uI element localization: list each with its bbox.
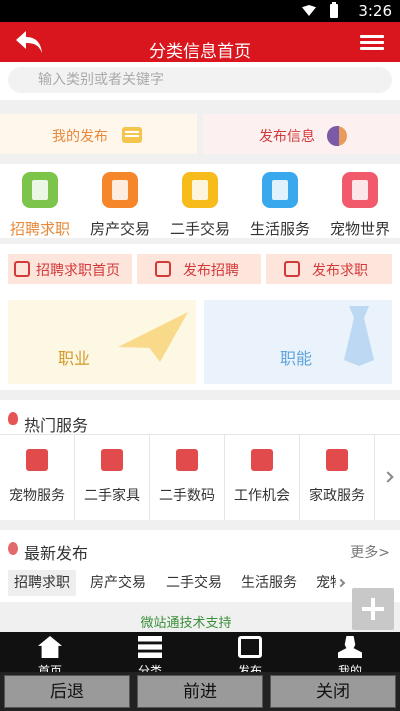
search-bar: 输入类别或者关键字 xyxy=(0,62,400,100)
devices-icon xyxy=(176,449,198,471)
hot-scroll-right[interactable] xyxy=(376,435,400,521)
browser-bar: 后退 前进 关闭 xyxy=(0,672,400,711)
latest-tab-pets[interactable]: 宠物世界 xyxy=(316,570,336,596)
tab-label: 发布招聘 xyxy=(183,263,239,279)
publish-info-label: 发布信息 xyxy=(259,129,315,145)
hot-services-row: 宠物服务 二手家具 二手数码 工作机会 家政服务 xyxy=(0,434,400,521)
list-icon xyxy=(138,636,162,658)
publish-info-button[interactable]: 发布信息 xyxy=(203,114,400,154)
hot-item-work[interactable]: 工作机会 xyxy=(225,435,300,521)
category-label: 房产交易 xyxy=(89,220,150,238)
wifi-icon xyxy=(302,5,316,16)
hot-item-label: 工作机会 xyxy=(234,488,290,504)
hot-item-label: 二手数码 xyxy=(159,488,215,504)
my-posts-label: 我的发布 xyxy=(52,129,108,145)
more-link[interactable]: 更多> xyxy=(350,542,390,562)
hot-item-label: 家政服务 xyxy=(309,488,365,504)
category-secondhand[interactable]: 二手交易 xyxy=(160,170,240,238)
hot-item-pet[interactable]: 宠物服务 xyxy=(0,435,75,521)
my-posts-button[interactable]: 我的发布 xyxy=(0,114,197,154)
latest-tab-jobs[interactable]: 招聘求职 xyxy=(8,570,76,596)
skill-card[interactable]: 职能 xyxy=(204,300,392,384)
tech-support-note: 微站通技术支持 xyxy=(140,616,232,631)
moon-icon xyxy=(327,126,347,146)
cup-icon xyxy=(262,172,298,208)
latest-title: 最新发布 xyxy=(24,544,89,563)
nav-category[interactable]: 分类 xyxy=(100,632,200,678)
box-icon xyxy=(182,172,218,208)
cat-icon xyxy=(342,172,378,208)
paper-plane-icon xyxy=(118,312,188,362)
edit-icon xyxy=(284,261,300,277)
skill-label: 职能 xyxy=(280,349,313,368)
briefcase-icon xyxy=(251,449,273,471)
category-label: 宠物世界 xyxy=(329,220,390,238)
category-life-services[interactable]: 生活服务 xyxy=(240,170,320,238)
hot-services-header: 热门服务 xyxy=(0,400,400,435)
battery-icon xyxy=(330,2,338,18)
fridge-icon xyxy=(101,449,123,471)
home-icon xyxy=(38,636,62,658)
nav-mine[interactable]: 我的 xyxy=(300,632,400,678)
hot-item-digital[interactable]: 二手数码 xyxy=(150,435,225,521)
fire-icon xyxy=(8,412,18,425)
hot-item-label: 宠物服务 xyxy=(9,488,65,504)
career-label: 职业 xyxy=(58,349,91,368)
job-cards: 职业 职能 xyxy=(0,294,400,390)
category-label: 二手交易 xyxy=(169,220,230,238)
chevron-right-icon xyxy=(382,471,394,483)
career-card[interactable]: 职业 xyxy=(8,300,196,384)
ribbon-icon xyxy=(8,542,18,555)
category-housing[interactable]: 房产交易 xyxy=(80,170,160,238)
search-input[interactable]: 输入类别或者关键字 xyxy=(8,67,392,93)
building-icon xyxy=(102,172,138,208)
header: 分类信息首页 xyxy=(0,22,400,62)
hot-services-title: 热门服务 xyxy=(24,416,89,435)
tab-jobs-home[interactable]: 招聘求职首页 xyxy=(8,254,132,284)
close-button[interactable]: 关闭 xyxy=(270,675,396,708)
hot-item-label: 二手家具 xyxy=(84,488,140,504)
status-time: 3:26 xyxy=(358,2,392,20)
cat-icon xyxy=(26,449,48,471)
hot-item-furniture[interactable]: 二手家具 xyxy=(75,435,150,521)
category-label: 招聘求职 xyxy=(9,220,70,238)
nav-home[interactable]: 首页 xyxy=(0,632,100,678)
chevron-right-icon[interactable] xyxy=(336,578,346,588)
add-button[interactable] xyxy=(352,588,394,630)
tie-icon xyxy=(344,306,374,366)
user-icon xyxy=(338,636,362,658)
status-bar: 3:26 xyxy=(0,0,400,22)
mail-icon xyxy=(122,127,142,143)
tab-post-resume[interactable]: 发布求职 xyxy=(266,254,392,284)
hot-item-housekeeping[interactable]: 家政服务 xyxy=(300,435,375,521)
latest-tab-secondhand[interactable]: 二手交易 xyxy=(166,570,222,596)
broom-icon xyxy=(326,449,348,471)
document-icon xyxy=(22,172,58,208)
latest-header: 最新发布 更多> xyxy=(0,530,400,566)
back-button[interactable]: 后退 xyxy=(4,675,130,708)
bottom-nav: 首页 分类 发布 我的 xyxy=(0,632,400,678)
latest-tab-life[interactable]: 生活服务 xyxy=(241,570,297,596)
category-pets[interactable]: 宠物世界 xyxy=(320,170,400,238)
edit-icon xyxy=(155,261,171,277)
tab-post-job[interactable]: 发布招聘 xyxy=(137,254,261,284)
tab-label: 招聘求职首页 xyxy=(36,263,120,279)
forward-button[interactable]: 前进 xyxy=(137,675,263,708)
latest-tab-housing[interactable]: 房产交易 xyxy=(90,570,146,596)
job-tabs: 招聘求职首页 发布招聘 发布求职 xyxy=(0,244,400,294)
category-row: 招聘求职 房产交易 二手交易 生活服务 宠物世界 xyxy=(0,164,400,238)
edit-icon xyxy=(238,636,262,658)
category-jobs[interactable]: 招聘求职 xyxy=(0,170,80,238)
latest-tabs: 招聘求职 房产交易 二手交易 生活服务 宠物世界 xyxy=(0,566,400,602)
menu-icon[interactable] xyxy=(360,35,384,53)
nav-publish[interactable]: 发布 xyxy=(200,632,300,678)
category-label: 生活服务 xyxy=(249,220,310,238)
tab-label: 发布求职 xyxy=(312,263,368,279)
page-title: 分类信息首页 xyxy=(149,42,251,62)
grid-icon xyxy=(14,261,30,277)
